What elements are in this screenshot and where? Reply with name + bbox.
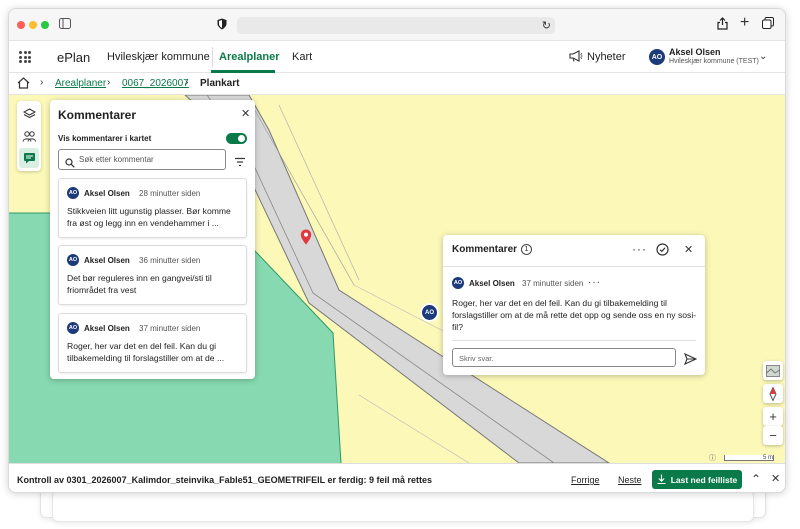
close-icon[interactable]: ✕ [241,109,250,120]
close-icon[interactable]: ✕ [684,245,693,256]
chevron-right-icon: › [107,77,111,88]
popup-avatar: AO [452,277,464,289]
map-scale: 5 m [724,455,774,461]
chevron-right-icon: › [40,77,44,88]
filter-icon[interactable] [234,154,246,167]
next-error-link[interactable]: Neste [618,475,642,485]
comment-time: 36 minutter siden [139,256,201,265]
plus-icon[interactable]: + [740,15,749,31]
breadcrumb-current: Plankart [200,78,240,89]
comment-icon[interactable] [19,148,39,168]
nav-municipality[interactable]: Hvileskjær kommune [107,51,210,63]
users-icon[interactable] [19,126,39,146]
comment-card[interactable]: AO Aksel Olsen 28 minutter siden Stikkve… [58,178,247,238]
search-icon [65,155,75,173]
brand-logo[interactable]: ePlan [57,50,90,65]
shield-icon [217,18,227,33]
user-avatar[interactable]: AO [649,49,665,65]
comment-search-box[interactable] [58,149,226,170]
comment-text: Det bør reguleres inn en gangvei/sti til… [67,273,212,295]
popup-time: 37 minutter siden [522,279,584,288]
chevron-right-icon: › [185,77,189,88]
compass-icon[interactable] [763,384,783,403]
more-icon[interactable]: ··· [588,278,601,288]
close-icon[interactable]: ✕ [771,473,780,485]
reply-input[interactable] [459,352,669,364]
comments-panel: Kommentarer ✕ Vis kommentarer i kartet A… [50,100,255,379]
download-button-label: Last ned feilliste [670,474,738,485]
chevron-up-icon[interactable]: ⌃ [751,473,761,485]
browser-toolbar: ↻ + [9,9,785,41]
popup-title: Kommentarer [452,244,518,255]
browser-window: ↻ + ePlan Hvileskjær kommune Arealplaner… [8,8,786,493]
reply-box[interactable] [452,348,676,367]
breadcrumb-arealplaner[interactable]: Arealplaner [55,78,106,89]
more-icon[interactable]: ··· [632,243,647,255]
show-comments-toggle[interactable] [226,133,247,144]
zoom-window-button[interactable] [41,21,49,29]
nav-kart[interactable]: Kart [292,51,312,63]
previous-error-link[interactable]: Forrige [571,475,600,485]
map-comment-marker[interactable]: AO [422,305,437,320]
comment-avatar: AO [67,254,79,266]
comment-popup: Kommentarer 1 ··· ✕ AO Aksel Olsen 37 mi… [443,235,705,375]
popup-divider [443,266,705,267]
comment-search-input[interactable] [79,153,219,166]
news-link[interactable]: Nyheter [587,51,626,63]
comment-avatar: AO [67,322,79,334]
comment-card[interactable]: AO Aksel Olsen 36 minutter siden Det bør… [58,245,247,305]
app-header: ePlan Hvileskjær kommune Arealplaner Kar… [9,41,785,73]
nav-divider [212,47,213,67]
comment-avatar: AO [67,187,79,199]
comment-text: Stikkveien litt ugunstig plasser. Bør ko… [67,206,231,228]
megaphone-icon [569,50,583,65]
comment-author: Aksel Olsen [84,256,130,265]
zoom-in-icon[interactable]: + [763,407,783,426]
popup-comment-text: Roger, her var det en del feil. Kan du g… [452,298,697,332]
comments-panel-title: Kommentarer [58,108,137,122]
address-bar[interactable]: ↻ [237,17,555,34]
home-icon[interactable] [17,77,30,92]
popup-divider [452,340,696,341]
comment-time: 37 minutter siden [139,324,201,333]
basemap-icon[interactable] [763,361,783,380]
comment-author: Aksel Olsen [84,189,130,198]
comment-card[interactable]: AO Aksel Olsen 37 minutter siden Roger, … [58,313,247,373]
map-tool-rail [17,101,41,171]
check-circle-icon[interactable] [656,243,669,261]
popup-comment-count: 1 [521,244,532,255]
nav-arealplaner[interactable]: Arealplaner [219,51,280,63]
download-icon [657,474,666,486]
comment-time: 28 minutter siden [139,189,201,198]
share-icon[interactable] [717,17,728,33]
popup-author: Aksel Olsen [469,279,515,288]
layers-icon[interactable] [19,104,39,124]
apps-grid-icon[interactable] [19,51,31,63]
user-menu[interactable]: Aksel Olsen Hvileskjær kommune (TEST) [669,47,759,65]
tabs-icon[interactable] [762,17,774,32]
validation-message: Kontroll av 0301_2026007_Kalimdor_steinv… [17,475,433,485]
user-org: Hvileskjær kommune (TEST) [669,58,759,65]
info-icon[interactable]: ⓘ [709,453,716,463]
user-name: Aksel Olsen [669,47,721,57]
minimize-window-button[interactable] [29,21,37,29]
close-window-button[interactable] [17,21,25,29]
comment-text: Roger, her var det en del feil. Kan du g… [67,341,225,363]
zoom-out-icon[interactable]: − [763,426,783,445]
breadcrumb: › Arealplaner › 0067_2026007 › Plankart [9,73,785,95]
comment-author: Aksel Olsen [84,324,130,333]
reload-icon[interactable]: ↻ [542,19,551,33]
download-error-list-button[interactable]: Last ned feilliste [652,470,742,489]
breadcrumb-plan-id[interactable]: 0067_2026007 [122,78,189,89]
chevron-down-icon[interactable]: ⌄ [759,50,767,64]
validation-bar: Kontroll av 0301_2026007_Kalimdor_steinv… [9,463,785,492]
show-comments-label: Vis kommentarer i kartet [58,134,152,143]
send-icon[interactable] [683,352,698,370]
stacked-window-shadow-2 [52,490,754,522]
sidebar-icon[interactable] [59,18,71,32]
